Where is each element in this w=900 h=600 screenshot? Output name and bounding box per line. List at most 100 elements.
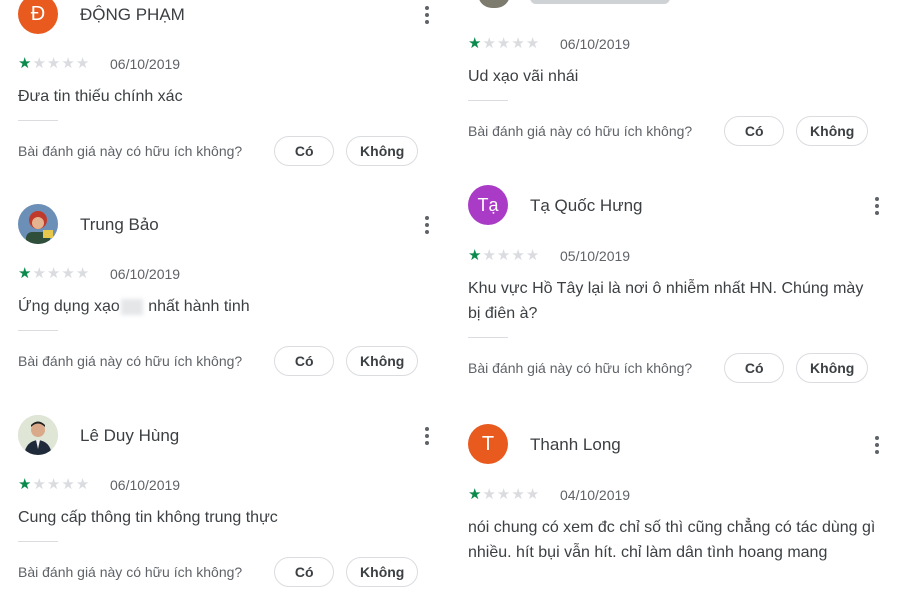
avatar-photo-icon bbox=[18, 204, 58, 244]
avatar-initial: T bbox=[481, 432, 495, 455]
helpful-no-button[interactable]: Không bbox=[796, 353, 869, 383]
review-card: Đ ĐỘNG PHẠM ★ ★ ★ ★ ★ 06/10/2019 Đưa tin… bbox=[18, 0, 438, 167]
star-rating: ★ ★ ★ ★ ★ bbox=[18, 266, 104, 282]
review-text: Cung cấp thông tin không trung thực bbox=[18, 509, 278, 526]
reviews-column-left: Đ ĐỘNG PHẠM ★ ★ ★ ★ ★ 06/10/2019 Đưa tin… bbox=[18, 0, 448, 600]
review-meta: ★ ★ ★ ★ ★ 04/10/2019 bbox=[468, 483, 888, 507]
helpful-yes-button[interactable]: Có bbox=[724, 116, 785, 146]
star-empty-icon: ★ bbox=[496, 247, 511, 264]
star-filled-icon: ★ bbox=[18, 476, 32, 493]
more-options-icon[interactable] bbox=[866, 191, 888, 221]
review-meta: ★ ★ ★ ★ ★ 06/10/2019 bbox=[18, 473, 438, 497]
helpful-row: Bài đánh giá này có hữu ích không? Có Kh… bbox=[18, 135, 438, 167]
helpful-question: Bài đánh giá này có hữu ích không? bbox=[18, 564, 243, 580]
star-rating: ★ ★ ★ ★ ★ bbox=[18, 477, 104, 493]
review-date: 06/10/2019 bbox=[560, 36, 631, 52]
star-empty-icon: ★ bbox=[525, 35, 540, 52]
reviews-column-right: ★ ★ ★ ★ ★ 06/10/2019 Ud xạo vãi nhái Bài… bbox=[468, 0, 898, 600]
review-meta: ★ ★ ★ ★ ★ 06/10/2019 bbox=[18, 262, 438, 286]
reviewer-name: Tạ Quốc Hưng bbox=[530, 196, 643, 215]
review-card: ★ ★ ★ ★ ★ 06/10/2019 Ud xạo vãi nhái Bài… bbox=[468, 0, 888, 147]
star-empty-icon: ★ bbox=[511, 247, 525, 264]
helpful-row: Bài đánh giá này có hữu ích không? Có Kh… bbox=[468, 352, 888, 384]
star-empty-icon: ★ bbox=[525, 486, 540, 503]
star-empty-icon: ★ bbox=[482, 486, 496, 503]
divider bbox=[18, 330, 58, 331]
more-options-icon[interactable] bbox=[416, 210, 438, 240]
star-filled-icon: ★ bbox=[18, 55, 32, 72]
avatar-initial: Tạ bbox=[477, 194, 499, 215]
review-date: 04/10/2019 bbox=[560, 487, 631, 503]
review-card: T Thanh Long ★ ★ ★ ★ ★ 04/10/2019 nói ch… bbox=[468, 424, 888, 565]
avatar bbox=[18, 415, 58, 455]
star-filled-icon: ★ bbox=[468, 247, 482, 264]
review-meta: ★ ★ ★ ★ ★ 06/10/2019 bbox=[18, 52, 438, 76]
star-empty-icon: ★ bbox=[32, 476, 46, 493]
star-empty-icon: ★ bbox=[32, 55, 46, 72]
star-filled-icon: ★ bbox=[18, 265, 32, 282]
star-filled-icon: ★ bbox=[468, 486, 482, 503]
review-card: Tạ Tạ Quốc Hưng ★ ★ ★ ★ ★ 05/10/2019 Khu… bbox=[468, 185, 888, 384]
avatar: T bbox=[468, 424, 508, 464]
star-empty-icon: ★ bbox=[482, 35, 496, 52]
review-text: Ud xạo vãi nhái bbox=[468, 68, 579, 85]
star-empty-icon: ★ bbox=[75, 265, 90, 282]
review-header: Đ ĐỘNG PHẠM bbox=[18, 0, 438, 38]
divider bbox=[18, 541, 58, 542]
reviewer-name: ĐỘNG PHẠM bbox=[80, 5, 185, 24]
helpful-no-button[interactable]: Không bbox=[346, 557, 419, 587]
star-empty-icon: ★ bbox=[511, 486, 525, 503]
avatar-initial: Đ bbox=[30, 2, 46, 25]
star-empty-icon: ★ bbox=[75, 476, 90, 493]
avatar: Tạ bbox=[468, 185, 508, 225]
reviewer-name-cutoff bbox=[530, 0, 670, 4]
divider bbox=[468, 337, 508, 338]
helpful-question: Bài đánh giá này có hữu ích không? bbox=[18, 353, 243, 369]
more-options-icon[interactable] bbox=[866, 430, 888, 460]
review-date: 06/10/2019 bbox=[110, 56, 181, 72]
helpful-yes-button[interactable]: Có bbox=[274, 136, 335, 166]
review-header: T Thanh Long bbox=[468, 424, 888, 468]
more-options-icon[interactable] bbox=[416, 0, 438, 30]
helpful-yes-button[interactable]: Có bbox=[274, 346, 335, 376]
reviewer-name: Thanh Long bbox=[530, 435, 621, 454]
star-rating: ★ ★ ★ ★ ★ bbox=[468, 487, 554, 503]
review-card: Trung Bảo ★ ★ ★ ★ ★ 06/10/2019 Ứng dụng … bbox=[18, 204, 438, 377]
review-meta: ★ ★ ★ ★ ★ 06/10/2019 bbox=[468, 32, 888, 56]
helpful-question: Bài đánh giá này có hữu ích không? bbox=[18, 143, 243, 159]
avatar bbox=[18, 204, 58, 244]
review-meta: ★ ★ ★ ★ ★ 05/10/2019 bbox=[468, 244, 888, 268]
review-card: Lê Duy Hùng ★ ★ ★ ★ ★ 06/10/2019 Cung cấ… bbox=[18, 415, 438, 588]
star-empty-icon: ★ bbox=[61, 265, 75, 282]
redacted-word bbox=[120, 298, 143, 315]
helpful-no-button[interactable]: Không bbox=[346, 136, 419, 166]
helpful-no-button[interactable]: Không bbox=[346, 346, 419, 376]
star-rating: ★ ★ ★ ★ ★ bbox=[468, 248, 554, 264]
helpful-question: Bài đánh giá này có hữu ích không? bbox=[468, 360, 693, 376]
review-header: Lê Duy Hùng bbox=[18, 415, 438, 459]
star-empty-icon: ★ bbox=[496, 35, 511, 52]
star-empty-icon: ★ bbox=[61, 476, 75, 493]
star-empty-icon: ★ bbox=[46, 476, 61, 493]
helpful-row: Bài đánh giá này có hữu ích không? Có Kh… bbox=[18, 556, 438, 588]
review-text: Ứng dụng xạo nhất hành tinh bbox=[18, 294, 438, 319]
helpful-no-button[interactable]: Không bbox=[796, 116, 869, 146]
star-empty-icon: ★ bbox=[46, 55, 61, 72]
more-options-icon[interactable] bbox=[416, 421, 438, 451]
star-empty-icon: ★ bbox=[511, 35, 525, 52]
star-empty-icon: ★ bbox=[525, 247, 540, 264]
review-text: Khu vực Hồ Tây lại là nơi ô nhiễm nhất H… bbox=[468, 280, 864, 322]
helpful-row: Bài đánh giá này có hữu ích không? Có Kh… bbox=[468, 115, 888, 147]
helpful-yes-button[interactable]: Có bbox=[724, 353, 785, 383]
review-date: 06/10/2019 bbox=[110, 266, 181, 282]
review-text: Đưa tin thiếu chính xác bbox=[18, 88, 183, 105]
helpful-yes-button[interactable]: Có bbox=[274, 557, 335, 587]
star-empty-icon: ★ bbox=[61, 55, 75, 72]
avatar bbox=[478, 0, 510, 8]
helpful-row: Bài đánh giá này có hữu ích không? Có Kh… bbox=[18, 345, 438, 377]
review-text-end: nhất hành tinh bbox=[143, 298, 250, 315]
divider bbox=[468, 100, 508, 101]
review-text: nói chung có xem đc chỉ số thì cũng chẳn… bbox=[468, 519, 876, 561]
star-rating: ★ ★ ★ ★ ★ bbox=[468, 36, 554, 52]
reviewer-name: Trung Bảo bbox=[80, 215, 159, 234]
